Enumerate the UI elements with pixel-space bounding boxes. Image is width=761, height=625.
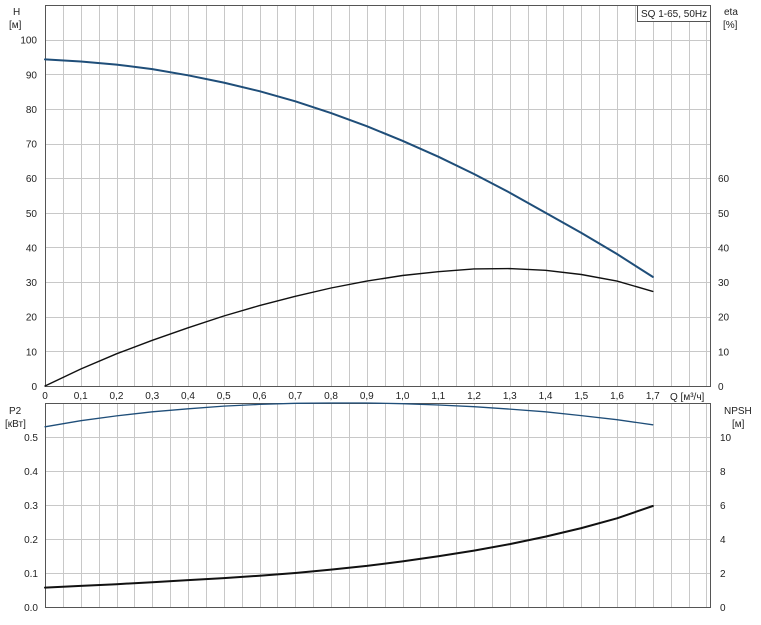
eta-tick-label: 30 <box>718 278 730 289</box>
chart-title: SQ 1-65, 50Hz <box>641 9 707 20</box>
axis-tick-labels: 0 0,1 0,2 0,3 0,4 0,5 0,6 0,7 0,8 0,9 1,0 1,1 1,2 1,3… <box>20 36 731 614</box>
h-tick-label: 40 <box>26 243 38 254</box>
eta-tick-label: 50 <box>718 209 730 220</box>
h-tick-label: 100 <box>20 36 37 47</box>
x-tick-label: 1,5 <box>574 391 588 402</box>
npsh-tick-label: 2 <box>720 569 726 580</box>
top-plot-grid <box>45 5 710 386</box>
x-tick-label: 0,1 <box>74 391 88 402</box>
p2-tick-label: 0.3 <box>24 501 38 512</box>
x-tick-label: 1,4 <box>539 391 553 402</box>
npsh-tick-label: 10 <box>720 433 732 444</box>
x-tick-label: 0,2 <box>110 391 124 402</box>
eta-curve <box>44 267 654 387</box>
h-tick-label: 70 <box>26 140 38 151</box>
x-tick-label: 1,1 <box>431 391 445 402</box>
x-tick-label: 0 <box>42 391 48 402</box>
npsh-tick-label: 8 <box>720 467 726 478</box>
npsh-tick-label: 0 <box>720 603 726 614</box>
eta-tick-label: 0 <box>718 382 724 393</box>
x-tick-label: 0,4 <box>181 391 195 402</box>
h-axis-unit: [м] <box>9 20 22 31</box>
x-tick-label: 0,8 <box>324 391 338 402</box>
h-tick-label: 90 <box>26 70 38 81</box>
h-tick-label: 10 <box>26 347 38 358</box>
p2-axis-label: P2 <box>9 406 22 417</box>
x-tick-label: 1,3 <box>503 391 517 402</box>
eta-tick-label: 60 <box>718 174 730 185</box>
eta-tick-label: 40 <box>718 243 730 254</box>
x-tick-label: 0,9 <box>360 391 374 402</box>
npsh-tick-label: 4 <box>720 535 726 546</box>
x-tick-label: 0,6 <box>253 391 267 402</box>
top-plot-frame <box>45 5 711 387</box>
bottom-plot-grid <box>45 403 710 607</box>
p2-tick-label: 0.4 <box>24 467 38 478</box>
p2-tick-label: 0.1 <box>24 569 38 580</box>
npsh-tick-label: 6 <box>720 501 726 512</box>
x-tick-label: 0,3 <box>145 391 159 402</box>
npsh-axis-label: NPSH <box>724 406 752 417</box>
h-tick-label: 60 <box>26 174 38 185</box>
p2-tick-label: 0.5 <box>24 433 38 444</box>
h-tick-label: 30 <box>26 278 38 289</box>
H-curve <box>44 58 654 278</box>
data-series <box>44 58 654 589</box>
eta-axis-unit: [%] <box>723 20 738 31</box>
eta-axis-label: eta <box>724 7 738 18</box>
x-tick-label: 0,7 <box>288 391 302 402</box>
eta-tick-label: 20 <box>718 313 730 324</box>
x-tick-label: 1,7 <box>646 391 660 402</box>
h-tick-label: 80 <box>26 105 38 116</box>
x-tick-label: 1,0 <box>396 391 410 402</box>
p2-axis-unit: [кВт] <box>5 419 26 430</box>
x-tick-label: 1,2 <box>467 391 481 402</box>
p2-tick-label: 0.2 <box>24 535 38 546</box>
p2-tick-label: 0.0 <box>24 603 38 614</box>
P2_lower-curve <box>44 505 654 589</box>
h-tick-label: 0 <box>31 382 37 393</box>
q-axis-label: Q [м³/ч] <box>670 392 705 403</box>
pump-curve-chart: 0 0,1 0,2 0,3 0,4 0,5 0,6 0,7 0,8 0,9 1,0 1,1 1,2 1,3… <box>5 5 752 614</box>
x-tick-label: 1,6 <box>610 391 624 402</box>
h-axis-label: H <box>13 7 20 18</box>
x-tick-label: 0,5 <box>217 391 231 402</box>
eta-tick-label: 10 <box>718 347 730 358</box>
P2_upper-curve <box>44 402 654 428</box>
h-tick-label: 20 <box>26 313 38 324</box>
npsh-axis-unit: [м] <box>732 419 745 430</box>
h-tick-label: 50 <box>26 209 38 220</box>
